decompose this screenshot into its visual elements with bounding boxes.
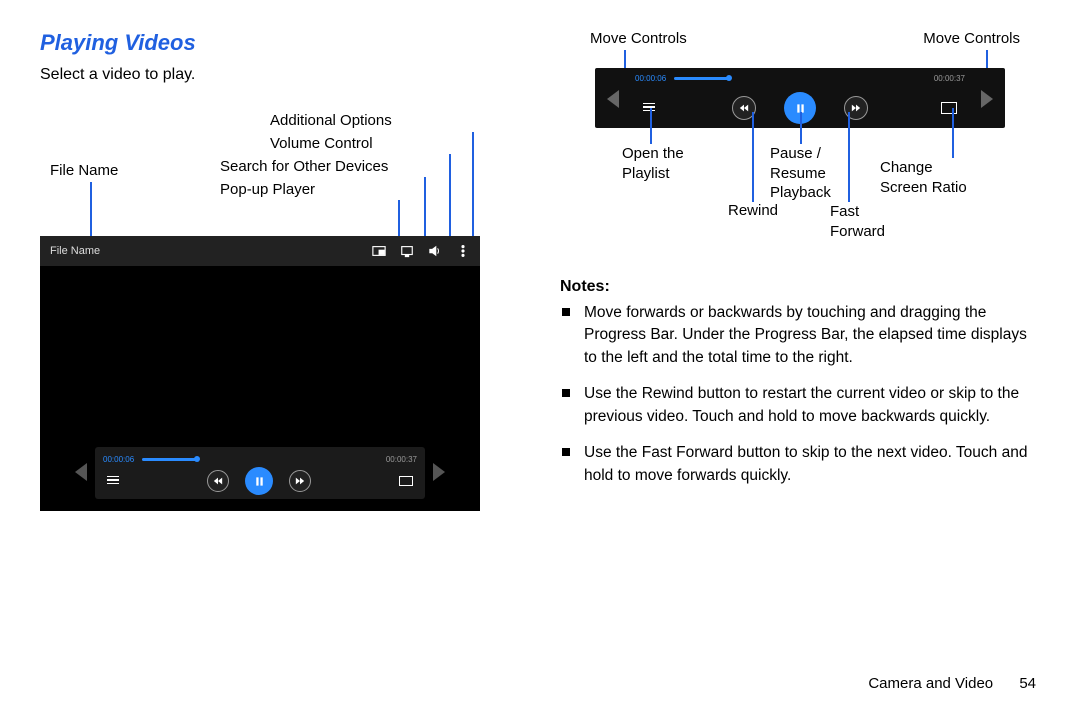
search-devices-icon[interactable] [400,245,414,257]
screen-ratio-icon[interactable] [941,102,957,114]
label-search-devices: Search for Other Devices [220,158,388,175]
move-controls-left-icon[interactable] [75,463,87,481]
callout-labels-bottom-right: Open thePlaylist Pause /ResumePlayback C… [560,134,1040,264]
label-volume-control: Volume Control [270,135,373,152]
list-item: Move forwards or backwards by touching a… [584,302,1040,369]
label-move-controls-2: Move Controls [923,30,1020,47]
total-time: 00:00:37 [934,74,965,83]
label-move-controls-1: Move Controls [590,30,687,47]
player-file-name: File Name [50,245,100,257]
fast-forward-button[interactable] [289,470,311,492]
elapsed-time: 00:00:06 [635,74,666,83]
label-open-playlist: Open thePlaylist [622,144,684,183]
playlist-icon[interactable] [107,476,119,487]
progress-bar[interactable] [674,77,729,80]
list-item: Use the Rewind button to restart the cur… [584,383,1040,428]
intro-text: Select a video to play. [40,66,510,84]
more-options-icon[interactable] [456,245,470,257]
list-item: Use the Fast Forward button to skip to t… [584,442,1040,487]
callout-line [952,108,954,158]
label-pause-resume: Pause /ResumePlayback [770,144,831,203]
page-footer: Camera and Video 54 [868,675,1036,692]
label-rewind: Rewind [728,202,778,219]
volume-icon[interactable] [428,245,442,257]
footer-page-number: 54 [1019,675,1036,692]
total-time: 00:00:37 [386,455,417,464]
playlist-icon[interactable] [643,103,655,114]
callout-line [800,112,802,144]
callout-labels-top-right: Move Controls Move Controls [560,30,1040,60]
pause-button[interactable] [245,467,273,495]
callout-line [650,108,652,144]
callout-line [472,132,474,252]
player-control-bar: 00:00:06 00:00:37 [95,447,425,499]
video-player: File Name [40,236,480,511]
rewind-button[interactable] [207,470,229,492]
player-topbar: File Name [40,236,480,266]
label-fast-forward: FastForward [830,202,885,241]
label-file-name: File Name [50,162,118,179]
elapsed-time: 00:00:06 [103,455,134,464]
callout-line [848,112,850,202]
footer-section: Camera and Video [868,675,993,692]
notes-heading: Notes: [560,278,1040,296]
move-controls-right-icon[interactable] [433,463,445,481]
section-heading: Playing Videos [40,30,510,56]
label-change-ratio: ChangeScreen Ratio [880,158,967,197]
progress-bar[interactable] [142,458,197,461]
callout-labels-top-left: File Name Additional Options Volume Cont… [40,102,510,232]
popup-player-icon[interactable] [372,245,386,257]
screen-ratio-icon[interactable] [399,476,413,486]
notes-list: Move forwards or backwards by touching a… [560,302,1040,487]
callout-line [752,112,754,202]
label-popup-player: Pop-up Player [220,181,315,198]
label-additional-options: Additional Options [270,112,392,129]
